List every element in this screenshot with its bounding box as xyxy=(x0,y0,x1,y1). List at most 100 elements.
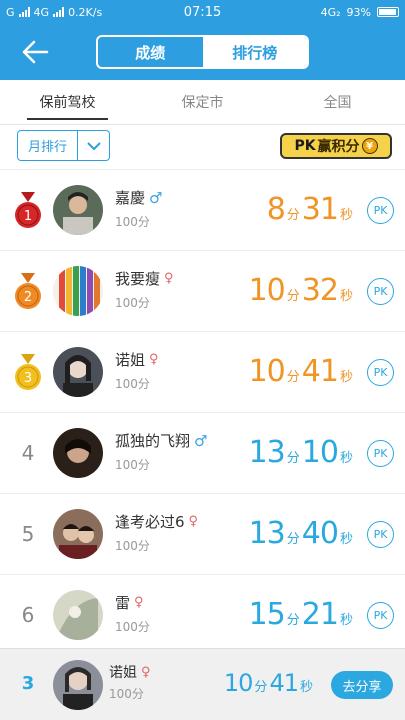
minutes: 13 xyxy=(248,516,286,551)
minute-unit: 分 xyxy=(286,208,300,223)
user-name-text: 雷 xyxy=(115,594,131,612)
svg-text:1: 1 xyxy=(24,209,32,224)
minutes: 10 xyxy=(248,354,286,389)
male-icon: ♂ xyxy=(149,188,163,207)
exam-time: 13 分 40 秒 xyxy=(249,516,355,551)
female-icon: ♀ xyxy=(164,271,174,286)
user-name: 逢考必过6 ♀ xyxy=(115,511,198,532)
minute-unit: 分 xyxy=(286,451,300,466)
clock: 07:15 xyxy=(183,4,222,20)
net-speed: 0.2K/s xyxy=(68,5,103,19)
avatar[interactable] xyxy=(53,428,103,478)
user-name: 雷 ♀ xyxy=(115,592,144,613)
avatar xyxy=(53,660,103,710)
leaderboard-row[interactable]: 2 我要瘦 ♀ 100分 10 分 32 秒 PK xyxy=(0,250,405,331)
user-name-text: 嘉慶 xyxy=(115,189,146,207)
sort-dropdown[interactable]: 月排行 xyxy=(17,130,110,161)
svg-text:2: 2 xyxy=(24,290,32,305)
tab-leaderboard[interactable]: 排行榜 xyxy=(202,37,307,67)
my-name: 诺姐 ♀ xyxy=(109,662,151,682)
pk-button[interactable]: PK xyxy=(367,521,394,548)
pk-text: PK xyxy=(294,138,316,154)
user-name-text: 诺姐 xyxy=(115,351,146,369)
pk-win-points-banner[interactable]: PK 赢积分 ¥ xyxy=(280,133,392,159)
share-button[interactable]: 去分享 xyxy=(331,671,393,699)
region-tabs: 保前驾校 保定市 全国 xyxy=(0,80,405,124)
my-name-text: 诺姐 xyxy=(109,665,137,681)
exam-time: 8 分 31 秒 xyxy=(267,192,355,227)
signal-icon xyxy=(18,7,30,17)
rank-medal-icon: 2 xyxy=(12,273,44,311)
user-score: 100分 xyxy=(115,620,150,634)
exam-time: 15 分 21 秒 xyxy=(249,597,355,632)
tab-city[interactable]: 保定市 xyxy=(135,80,270,124)
rank-number: 4 xyxy=(21,441,35,465)
minutes: 10 xyxy=(248,273,286,308)
leaderboard-row[interactable]: 4 孤独的飞翔 ♂ 100分 13 分 10 秒 PK xyxy=(0,412,405,493)
tab-school[interactable]: 保前驾校 xyxy=(0,80,135,124)
pk-button[interactable]: PK xyxy=(367,278,394,305)
rank-medal-icon: 3 xyxy=(12,354,44,392)
seconds: 21 xyxy=(301,597,339,632)
user-name: 嘉慶 ♂ xyxy=(115,187,162,208)
user-name: 孤独的飞翔 ♂ xyxy=(115,430,207,451)
sort-label: 月排行 xyxy=(18,131,78,160)
back-arrow-icon xyxy=(22,40,49,64)
pk-button[interactable]: PK xyxy=(367,359,394,386)
female-icon: ♀ xyxy=(141,664,151,680)
pk-button[interactable]: PK xyxy=(367,440,394,467)
my-time: 10 分 41 秒 xyxy=(224,669,315,697)
battery-percent: 93% xyxy=(346,5,371,19)
leaderboard-row[interactable]: 1 嘉慶 ♂ 100分 8 分 31 秒 PK xyxy=(0,169,405,250)
coin-icon: ¥ xyxy=(361,138,378,154)
second-unit: 秒 xyxy=(339,289,353,304)
rank-number: 6 xyxy=(21,603,35,627)
leaderboard-row[interactable]: 3 诺姐 ♀ 100分 10 分 41 秒 PK xyxy=(0,331,405,412)
seconds: 10 xyxy=(301,435,339,470)
avatar[interactable] xyxy=(53,509,103,559)
female-icon: ♀ xyxy=(134,595,144,610)
my-rank-number: 3 xyxy=(21,673,35,694)
network-right: 4G₂ xyxy=(320,5,341,19)
minutes: 8 xyxy=(266,192,286,227)
exam-time: 13 分 10 秒 xyxy=(249,435,355,470)
user-score: 100分 xyxy=(115,215,150,229)
leaderboard-row[interactable]: 5 逢考必过6 ♀ 100分 13 分 40 秒 PK xyxy=(0,493,405,574)
rank-number: 5 xyxy=(21,522,35,546)
user-name-text: 我要瘦 xyxy=(115,270,161,288)
pk-button[interactable]: PK xyxy=(367,197,394,224)
avatar[interactable] xyxy=(53,185,103,235)
tab-national[interactable]: 全国 xyxy=(270,80,405,124)
second-unit: 秒 xyxy=(339,208,353,223)
filter-row: 月排行 PK 赢积分 ¥ xyxy=(0,125,405,169)
avatar[interactable] xyxy=(53,590,103,640)
minute-unit: 分 xyxy=(254,680,268,695)
second-unit: 秒 xyxy=(299,680,313,695)
my-rank-bar: 3 诺姐 ♀ 100分 10 分 41 秒 去分享 xyxy=(0,648,405,720)
exam-time: 10 分 32 秒 xyxy=(249,273,355,308)
female-icon: ♀ xyxy=(188,514,199,529)
rank-medal-icon: 1 xyxy=(12,192,44,230)
svg-text:3: 3 xyxy=(24,371,32,386)
avatar[interactable] xyxy=(53,347,103,397)
chevron-down-icon xyxy=(78,141,109,151)
pk-button[interactable]: PK xyxy=(367,602,394,629)
back-button[interactable] xyxy=(20,38,50,66)
user-name: 我要瘦 ♀ xyxy=(115,268,174,289)
second-unit: 秒 xyxy=(339,613,353,628)
exam-time: 10 分 41 秒 xyxy=(249,354,355,389)
minutes: 13 xyxy=(248,435,286,470)
pk-banner-text: 赢积分 xyxy=(317,139,360,155)
network-label: 4G xyxy=(33,5,50,19)
minute-unit: 分 xyxy=(286,613,300,628)
signal-icon-2 xyxy=(53,7,65,17)
leaderboard-row[interactable]: 6 雷 ♀ 100分 15 分 21 秒 PK xyxy=(0,574,405,655)
second-unit: 秒 xyxy=(339,451,353,466)
carrier-label: G xyxy=(6,5,15,19)
tab-score[interactable]: 成绩 xyxy=(98,37,203,67)
my-score: 100分 xyxy=(109,687,144,701)
female-icon: ♀ xyxy=(149,352,159,367)
user-name: 诺姐 ♀ xyxy=(115,349,159,370)
seconds: 41 xyxy=(301,354,339,389)
avatar[interactable] xyxy=(53,266,103,316)
